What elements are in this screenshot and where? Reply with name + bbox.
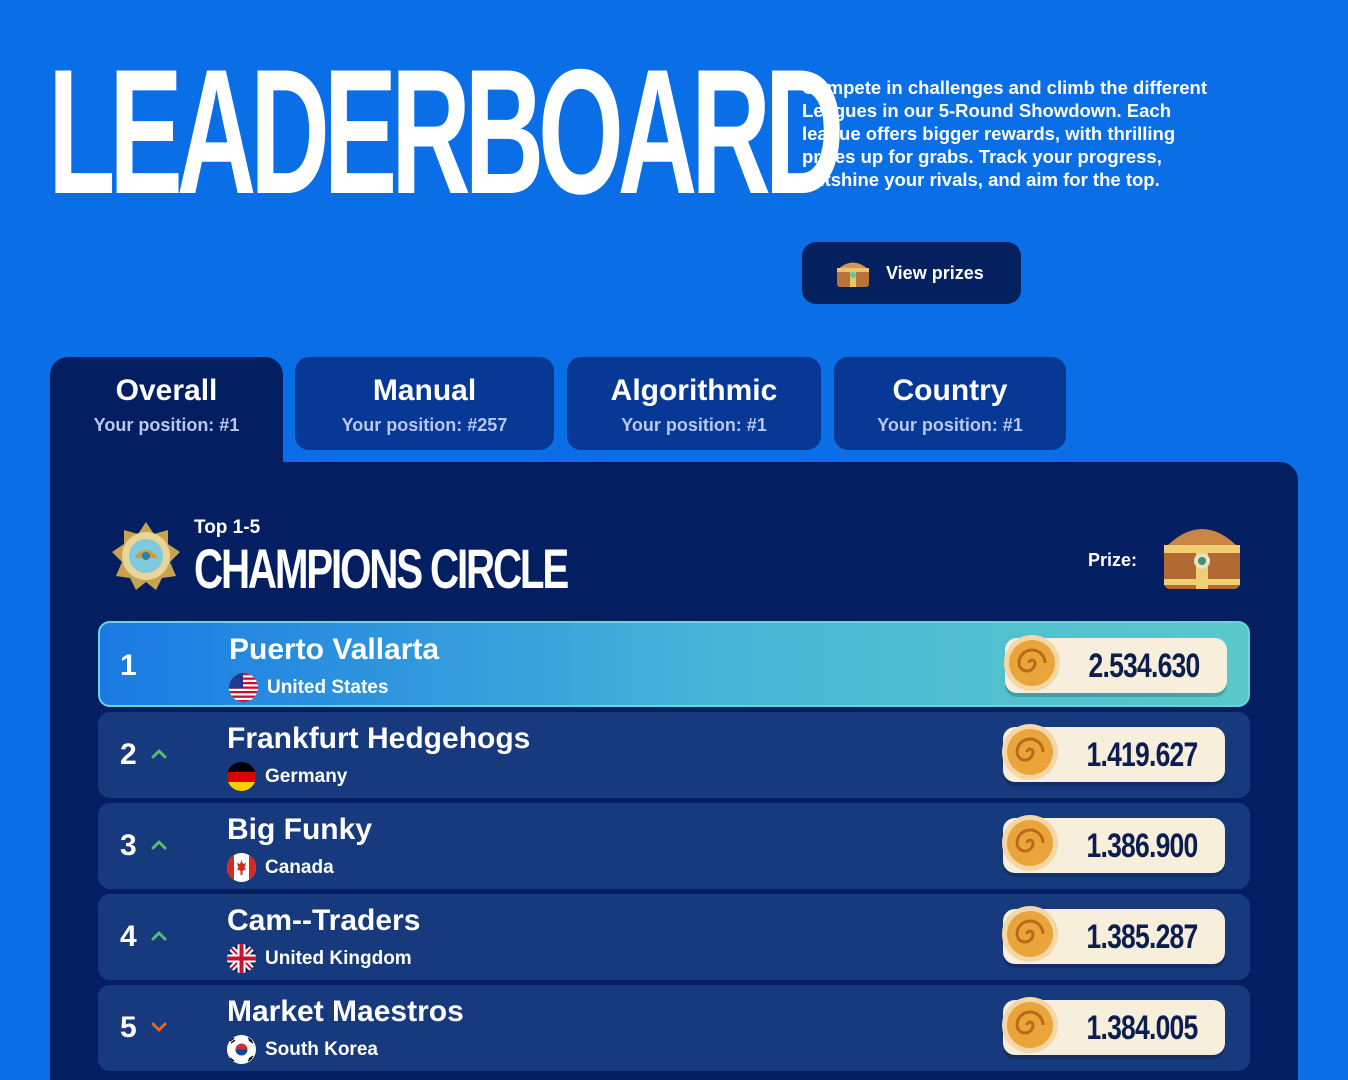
shell-coin-icon [1002,997,1058,1053]
rank-number: 4 [120,920,137,953]
score-value: 1.419.627 [1086,736,1199,774]
team-country: South Korea [227,1035,378,1064]
team-name: Puerto Vallarta [229,633,440,666]
tab-country-position: Your position: #1 [877,415,1023,435]
germany-flag-icon [227,762,256,791]
tab-manual-label: Manual [372,374,477,407]
country-name: Canada [265,856,334,878]
trend-up-icon [151,749,167,759]
tab-algorithmic-label: Algorithmic [610,374,778,407]
league-name: CHAMPIONS CIRCLE [194,537,569,600]
team-name: Cam--Traders [227,904,421,937]
team-country: Canada [227,853,334,882]
score-pill: 1.419.627 [1002,724,1225,782]
score-value: 1.384.005 [1086,1009,1199,1047]
tab-manual-position: Your position: #257 [341,415,508,435]
treasure-chest-icon [837,262,869,287]
trend-up-icon [151,931,167,941]
south-korea-flag-icon [227,1035,256,1064]
league-badge-icon [112,522,180,590]
leaderboard-row[interactable]: 2 Frankfurt Hedgehogs Germany 1.419.627 [98,712,1250,798]
tab-country[interactable]: Country Your position: #1 [834,357,1066,450]
country-name: Germany [265,765,348,787]
leaderboard-row[interactable]: 1 Puerto Vallarta United States 2.534.63… [98,621,1250,707]
team-country: United Kingdom [227,944,412,973]
rank-number: 5 [120,1011,137,1044]
tab-algorithmic[interactable]: Algorithmic Your position: #1 [567,357,821,450]
shell-coin-icon [1002,906,1058,962]
tab-overall-position: Your position: #1 [93,415,240,435]
rank-number: 1 [120,649,137,682]
league-header: Top 1-5 CHAMPIONS CIRCLE Prize: [110,517,1250,597]
score-value: 1.385.287 [1086,918,1199,956]
rank-number: 3 [120,829,137,862]
tab-manual[interactable]: Manual Your position: #257 [295,357,554,450]
view-prizes-button[interactable]: View prizes [802,242,1021,304]
rank-number: 2 [120,738,137,771]
score-pill: 2.534.630 [1004,635,1227,693]
prize-label: Prize: [1088,550,1138,570]
score-value: 2.534.630 [1088,647,1201,685]
canada-flag-icon [227,853,256,882]
shell-coin-icon [1002,724,1058,780]
score-pill: 1.386.900 [1002,815,1225,873]
trend-down-icon [151,1022,167,1032]
us-flag-icon [229,673,258,702]
tab-overall[interactable]: Overall Your position: #1 [50,357,283,467]
shell-coin-icon [1002,815,1058,871]
shell-coin-icon [1004,635,1060,691]
team-country: United States [229,673,388,702]
leaderboard-row[interactable]: 5 Market Maestros South Korea 1.384.005 [98,985,1250,1071]
team-country: Germany [227,762,347,791]
page-title: LEADERBOARD [48,32,844,231]
league-range: Top 1-5 [194,517,261,538]
leaderboard-row[interactable]: 3 Big Funky Canada 1.386.900 [98,803,1250,889]
leaderboard-row[interactable]: 4 Cam--Traders United Kingdom 1.385.287 [98,894,1250,980]
view-prizes-label: View prizes [886,262,984,283]
country-name: United States [267,676,389,698]
leaderboard-description: Compete in challenges and climb the diff… [802,77,1208,190]
tab-overall-label: Overall [115,374,218,407]
score-value: 1.386.900 [1086,827,1199,865]
tab-country-label: Country [892,374,1008,407]
country-name: South Korea [265,1038,378,1060]
treasure-chest-icon [1164,529,1240,589]
tab-algorithmic-position: Your position: #1 [621,415,767,435]
team-name: Big Funky [227,813,373,846]
country-name: United Kingdom [265,947,412,969]
trend-up-icon [151,840,167,850]
score-pill: 1.385.287 [1002,906,1225,964]
team-name: Market Maestros [227,995,464,1028]
team-name: Frankfurt Hedgehogs [227,722,531,755]
score-pill: 1.384.005 [1002,997,1225,1055]
uk-flag-icon [227,944,256,973]
